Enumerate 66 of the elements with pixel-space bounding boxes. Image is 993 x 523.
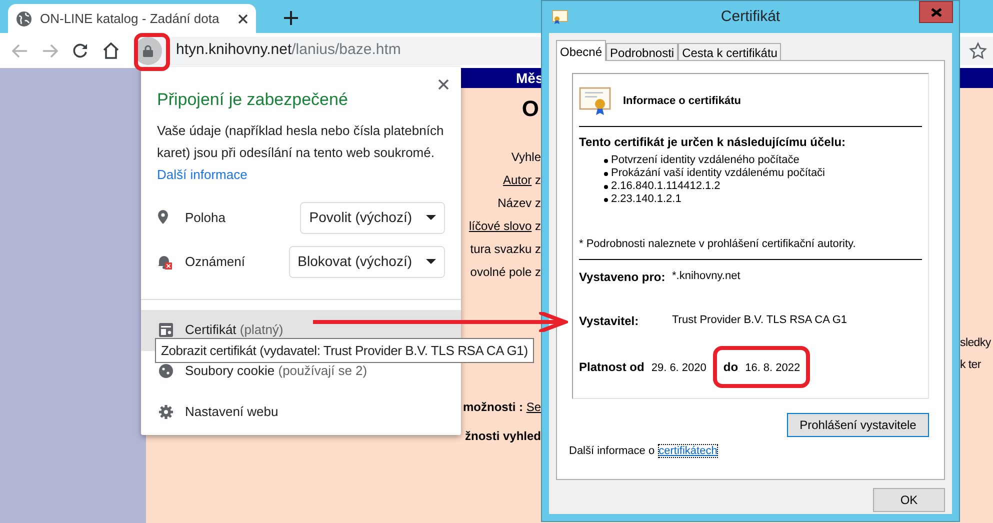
popup-menu-item[interactable]: Nastavení webu	[141, 392, 461, 432]
reload-icon[interactable]	[72, 42, 88, 58]
permission-select[interactable]: Blokovat (výchozí)	[288, 246, 445, 278]
address-field[interactable]: htyn.knihovny.net/lanius/baze.htm	[176, 39, 401, 62]
form-label: ovolné pole z	[470, 265, 541, 279]
form-label: Autor z	[502, 173, 541, 187]
location-pin-icon	[157, 210, 169, 225]
ok-button[interactable]: OK	[873, 488, 945, 512]
options-link[interactable]: Se	[526, 400, 541, 414]
home-icon[interactable]	[102, 42, 120, 59]
certificate-icon	[579, 87, 611, 115]
field-label: Platnost od	[579, 358, 644, 376]
certificate-icon	[159, 323, 173, 337]
popup-title: Připojení je zabezpečené	[157, 89, 348, 111]
form-label: Vyhle	[511, 150, 541, 164]
field-value: 16. 8. 2022	[745, 360, 800, 376]
options-label: možnosti :	[462, 400, 524, 414]
bell-blocked-icon	[157, 254, 173, 270]
field-label: Vystaveno pro:	[579, 268, 666, 286]
purpose-text: Prokázání vaší identity vzdálenému počítači	[611, 167, 826, 180]
dialog-tab[interactable]: Podrobnosti	[606, 43, 678, 61]
section-title: žnosti vyhled	[464, 429, 541, 443]
close-icon[interactable]	[438, 79, 449, 90]
close-icon	[930, 8, 942, 16]
form-label: tura svazku z	[470, 242, 541, 256]
field-value: 29. 6. 2020	[651, 360, 706, 376]
highlight-box	[134, 33, 170, 71]
field-value: Trust Provider B.V. TLS RSA CA G1	[672, 312, 848, 328]
certificate-icon	[552, 10, 568, 24]
dialog-title: Certifikát	[720, 6, 780, 27]
new-tab-icon[interactable]	[284, 11, 298, 25]
page-text: sledky	[960, 337, 991, 349]
purpose-title: Tento certifikát je určen k následujícímu účelu:	[579, 134, 847, 151]
cookie-icon	[159, 364, 173, 378]
footer-text: Další informace o	[569, 445, 656, 457]
gear-icon	[159, 405, 173, 419]
field-label: do	[723, 358, 738, 376]
note-text: * Podrobnosti naleznete v prohlášení certifikační autority.	[579, 237, 857, 252]
purpose-text: 2.23.140.1.2.1	[611, 193, 682, 206]
permission-select[interactable]: Povolit (výchozí)	[300, 202, 445, 234]
page-text: k ter	[960, 359, 981, 371]
close-icon[interactable]	[238, 14, 248, 24]
field-label: Vystavitel:	[579, 312, 640, 330]
caret-icon	[426, 215, 436, 220]
tooltip: Zobrazit certifikát (vydavatel: Trust Provider B.V. TLS RSA CA G1)	[155, 338, 534, 363]
caret-icon	[426, 259, 436, 264]
purpose-text: Potvrzení identity vzdáleného počítače	[611, 154, 800, 167]
panel-heading: Informace o certifikátu	[623, 94, 741, 109]
purpose-text: 2.16.840.1.114412.1.2	[611, 180, 720, 193]
dialog-tab[interactable]: Cesta k certifikátu	[678, 43, 782, 61]
star-icon[interactable]	[969, 42, 987, 60]
permission-label: Oznámení	[185, 252, 245, 271]
browser-tab[interactable]: ON-LINE katalog - Zadání dota	[8, 4, 256, 33]
permission-label: Poloha	[185, 208, 226, 227]
certificates-link[interactable]: certifikátech	[658, 444, 718, 458]
dialog-tab[interactable]: Obecné	[556, 40, 606, 61]
field-value: *.knihovny.net	[672, 268, 740, 284]
form-label: líčové slovo z	[468, 219, 541, 233]
popup-description: Vaše údaje (například hesla nebo čísla platebních karet) jsou při odesílání na tento web soukromé.	[156, 122, 445, 162]
close-button[interactable]	[919, 1, 953, 23]
lock-icon	[143, 44, 153, 56]
issuer-statement-button[interactable]: Prohlášení vystavitele	[787, 413, 929, 437]
globe-icon	[16, 10, 32, 26]
more-info-link[interactable]: Další informace	[157, 166, 248, 182]
form-label: Název z	[498, 196, 541, 210]
page-heading: O	[522, 94, 539, 122]
